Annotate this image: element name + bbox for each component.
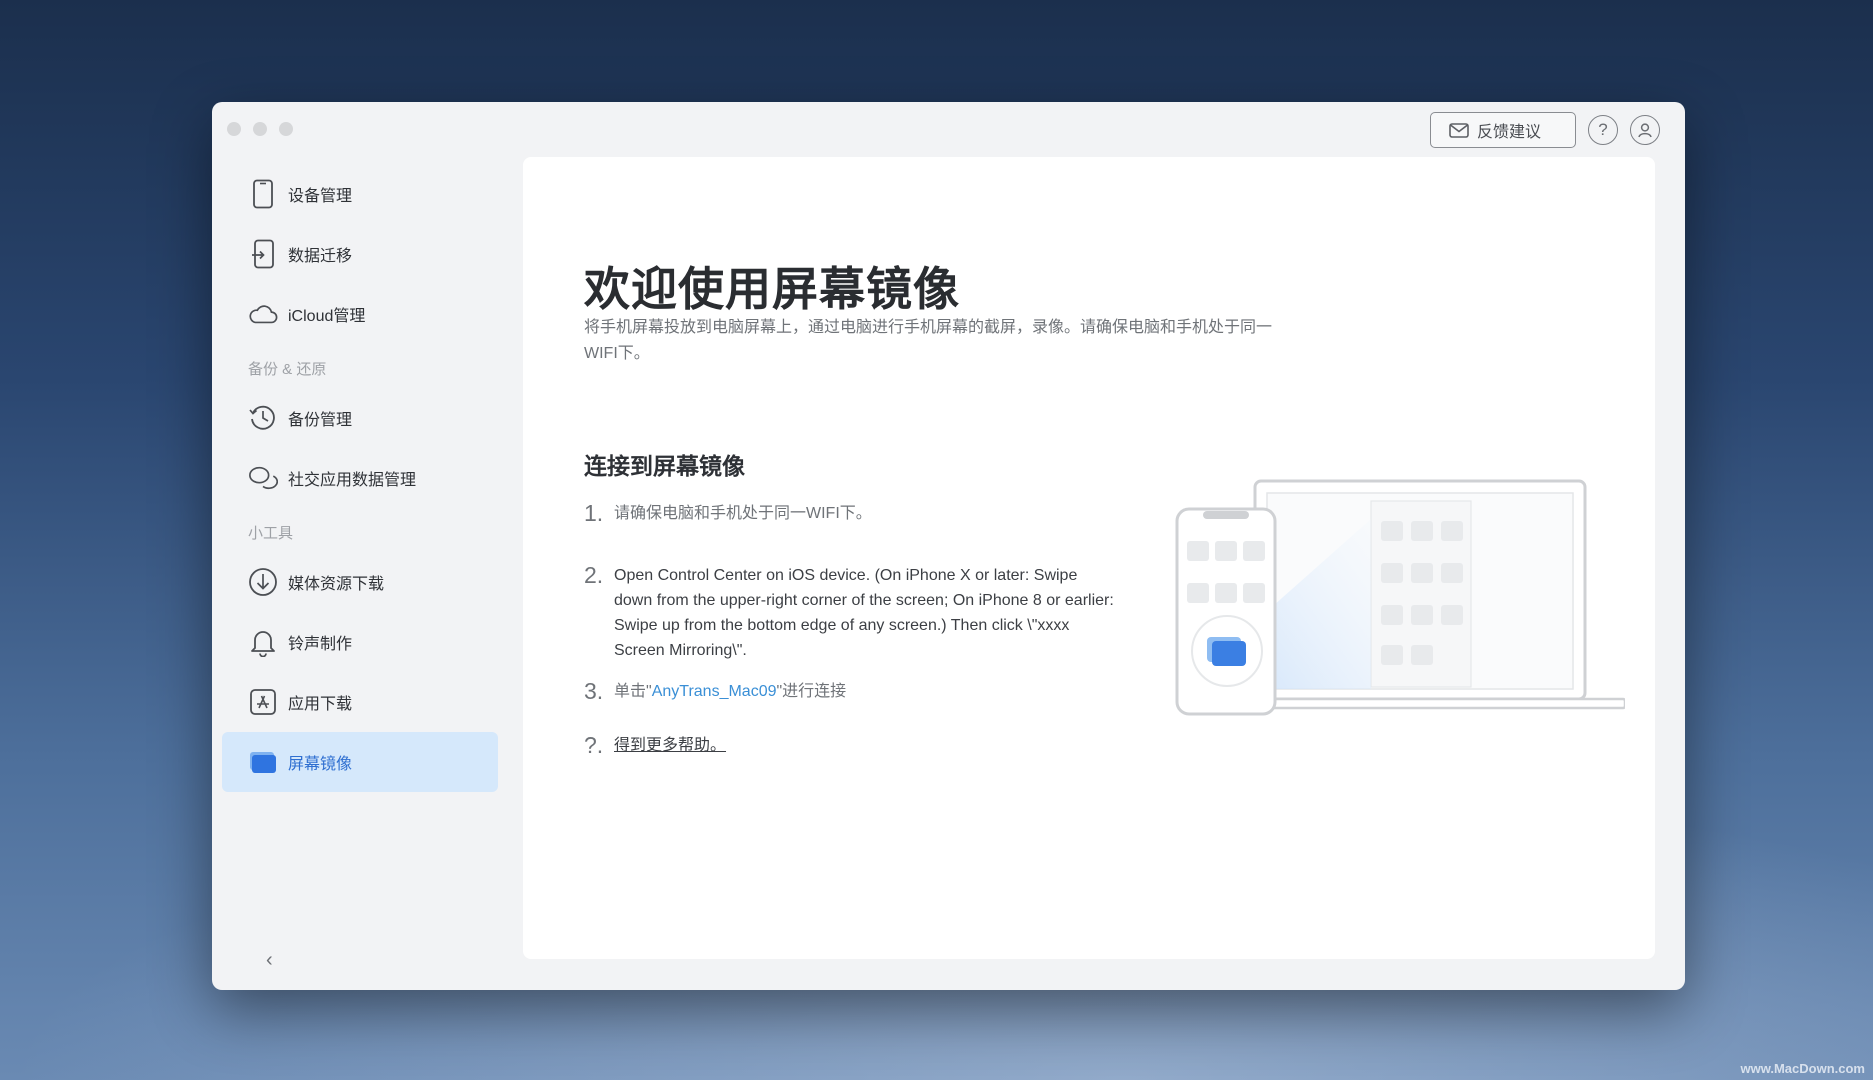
help-button[interactable]: ?	[1588, 115, 1618, 145]
sidebar-item-label: 媒体资源下载	[288, 576, 385, 593]
sidebar-item-app-download[interactable]: 应用下载	[222, 672, 498, 732]
mail-icon	[1449, 122, 1469, 138]
help-mark: ?.	[584, 732, 604, 758]
zoom-window-button[interactable]	[279, 122, 293, 136]
sidebar-item-media-download[interactable]: 媒体资源下载	[222, 552, 498, 612]
bell-icon	[248, 627, 278, 657]
step-3: 3. 单击"AnyTrans_Mac09"进行连接	[584, 679, 1114, 704]
step-text: 请确保电脑和手机处于同一WIFI下。	[614, 505, 872, 522]
collapse-sidebar-button[interactable]: ‹	[266, 949, 273, 972]
account-button[interactable]	[1630, 115, 1660, 145]
app-store-icon	[248, 687, 278, 717]
device-name-link[interactable]: AnyTrans_Mac09	[652, 683, 777, 700]
transfer-icon	[248, 239, 278, 269]
sidebar-item-label: 屏幕镜像	[288, 756, 353, 773]
page-title: 欢迎使用屏幕镜像	[584, 263, 960, 315]
step-1: 1. 请确保电脑和手机处于同一WIFI下。	[584, 501, 1114, 526]
close-window-button[interactable]	[227, 122, 241, 136]
step-text: 单击"AnyTrans_Mac09"进行连接	[614, 679, 1114, 704]
app-window: 反馈建议 ? 设备管理 数据迁移 iCloud管理 备份 & 还原 备份管理 社…	[212, 102, 1685, 990]
toolbar: 反馈建议 ?	[1429, 112, 1660, 148]
step-2: 2. Open Control Center on iOS device. (O…	[584, 563, 1114, 663]
more-help-link[interactable]: 得到更多帮助。	[614, 733, 1114, 758]
sidebar-item-ringtone[interactable]: 铃声制作	[222, 612, 498, 672]
main-panel: 欢迎使用屏幕镜像 将手机屏幕投放到电脑屏幕上，通过电脑进行手机屏幕的截屏，录像。…	[523, 157, 1655, 959]
question-circle-icon: ?	[1598, 120, 1608, 139]
page-subtitle: 将手机屏幕投放到电脑屏幕上，通过电脑进行手机屏幕的截屏，录像。请确保电脑和手机处…	[584, 319, 1273, 362]
step-number: 2.	[584, 562, 604, 588]
watermark: www.MacDown.com	[1740, 1061, 1865, 1076]
sidebar-item-backup[interactable]: 备份管理	[222, 388, 498, 448]
section-label-tools: 小工具	[248, 525, 294, 542]
sidebar-item-label: 铃声制作	[288, 636, 353, 653]
step-prefix: 单击"	[614, 683, 652, 700]
sidebar-item-label: iCloud管理	[288, 308, 366, 325]
sidebar-item-label: 设备管理	[288, 188, 353, 205]
mirroring-illustration	[1175, 479, 1625, 716]
chevron-left-icon: ‹	[266, 949, 273, 971]
cloud-icon	[248, 299, 278, 329]
window-controls	[227, 122, 293, 136]
sidebar-item-screen-mirroring[interactable]: 屏幕镜像	[222, 732, 498, 792]
feedback-button[interactable]: 反馈建议	[1429, 112, 1576, 148]
sidebar-item-device-management[interactable]: 设备管理	[222, 164, 498, 224]
feedback-label: 反馈建议	[1476, 124, 1541, 141]
minimize-window-button[interactable]	[253, 122, 267, 136]
sidebar-item-data-migration[interactable]: 数据迁移	[222, 224, 498, 284]
chat-icon	[248, 463, 278, 493]
sidebar-item-label: 应用下载	[288, 696, 353, 713]
sidebar: 设备管理 数据迁移 iCloud管理 备份 & 还原 备份管理 社交应用数据管理…	[222, 156, 498, 990]
sidebar-item-social-data[interactable]: 社交应用数据管理	[222, 448, 498, 508]
step-suffix: "进行连接	[776, 683, 847, 700]
sidebar-item-icloud[interactable]: iCloud管理	[222, 284, 498, 344]
sidebar-item-label: 备份管理	[288, 412, 353, 429]
sidebar-item-label: 数据迁移	[288, 248, 353, 265]
step-number: 3.	[584, 678, 604, 704]
download-icon	[248, 567, 278, 597]
phone-icon	[248, 179, 278, 209]
history-icon	[248, 403, 278, 433]
screen-mirror-icon	[248, 747, 278, 777]
help-row: ?. 得到更多帮助。	[584, 733, 1114, 758]
step-number: 1.	[584, 500, 604, 526]
user-circle-icon	[1638, 123, 1652, 138]
section-label-backup: 备份 & 还原	[248, 361, 327, 378]
section-title: 连接到屏幕镜像	[584, 453, 745, 479]
step-text: Open Control Center on iOS device. (On i…	[614, 567, 1114, 659]
sidebar-item-label: 社交应用数据管理	[288, 472, 417, 489]
